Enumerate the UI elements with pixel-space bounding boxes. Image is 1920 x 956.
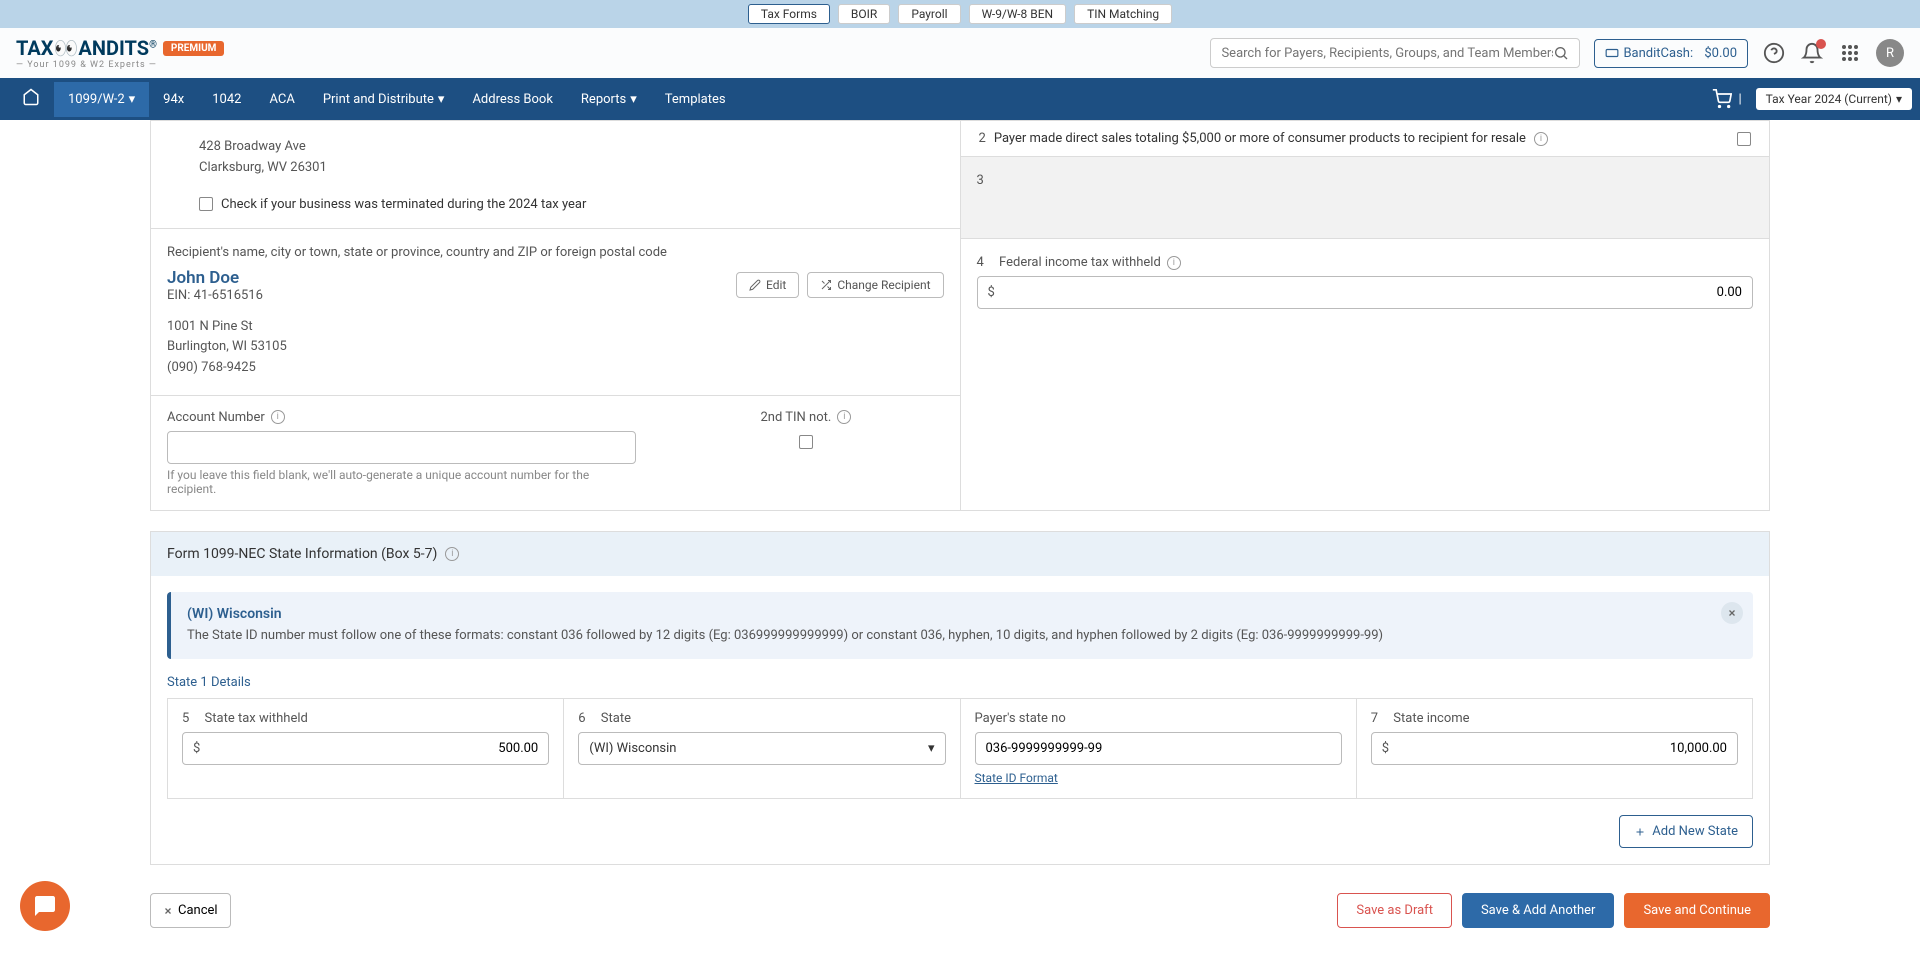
state-subtitle: State 1 Details bbox=[167, 675, 1753, 690]
top-tabs: Tax Forms BOIR Payroll W-9/W-8 BEN TIN M… bbox=[0, 0, 1920, 28]
search-icon bbox=[1553, 45, 1569, 61]
box5-input[interactable] bbox=[208, 741, 538, 756]
state-alert-text: The State ID number must follow one of t… bbox=[187, 626, 1737, 646]
box6-label: State bbox=[601, 711, 631, 726]
box3-num: 3 bbox=[977, 173, 984, 188]
pencil-icon bbox=[749, 279, 761, 291]
payer-state-label: Payer's state no bbox=[975, 711, 1066, 726]
header: TAX👀ANDITS® PREMIUM — Your 1099 & W2 Exp… bbox=[0, 28, 1920, 78]
terminated-label: Check if your business was terminated du… bbox=[221, 197, 586, 212]
save-draft-button[interactable]: Save as Draft bbox=[1337, 893, 1452, 928]
cart-icon[interactable] bbox=[1710, 87, 1734, 111]
account-label: Account Number bbox=[167, 410, 265, 425]
box4-input[interactable] bbox=[1003, 285, 1742, 300]
recipient-street: 1001 N Pine St bbox=[167, 317, 944, 338]
box5-label: State tax withheld bbox=[205, 711, 308, 726]
dollar-icon: $ bbox=[988, 285, 995, 300]
chevron-down-icon: ▾ bbox=[438, 92, 445, 107]
close-alert-button[interactable] bbox=[1721, 602, 1743, 624]
tax-year-select[interactable]: Tax Year 2024 (Current) ▾ bbox=[1756, 88, 1912, 110]
add-state-button[interactable]: Add New State bbox=[1619, 815, 1753, 848]
info-icon[interactable]: i bbox=[837, 410, 851, 424]
tab-boir[interactable]: BOIR bbox=[838, 4, 890, 24]
box2-checkbox[interactable] bbox=[1737, 132, 1751, 146]
recipient-cityline: Burlington, WI 53105 bbox=[167, 337, 944, 358]
close-icon bbox=[1727, 608, 1737, 618]
box2-num: 2 bbox=[979, 131, 986, 146]
chat-icon bbox=[33, 894, 57, 918]
chevron-down-icon: ▾ bbox=[1896, 92, 1902, 106]
state-section-header: Form 1099-NEC State Information (Box 5-7… bbox=[151, 532, 1769, 576]
nav-home[interactable] bbox=[8, 78, 54, 120]
plus-icon bbox=[1634, 826, 1646, 838]
nav-print[interactable]: Print and Distribute ▾ bbox=[309, 82, 459, 117]
dollar-icon: $ bbox=[193, 741, 200, 756]
nav-94x[interactable]: 94x bbox=[149, 82, 198, 117]
payer-cityline: Clarksburg, WV 26301 bbox=[199, 158, 944, 179]
chevron-down-icon: ▾ bbox=[630, 92, 637, 107]
nav-templates[interactable]: Templates bbox=[651, 82, 740, 117]
box2-label: Payer made direct sales totaling $5,000 … bbox=[994, 131, 1526, 146]
nav-address[interactable]: Address Book bbox=[458, 82, 566, 117]
recipient-phone: (090) 768-9425 bbox=[167, 358, 944, 379]
cancel-button[interactable]: Cancel bbox=[150, 893, 231, 928]
notification-icon[interactable] bbox=[1800, 41, 1824, 65]
box4-input-wrapper[interactable]: $ bbox=[977, 276, 1754, 309]
payer-street: 428 Broadway Ave bbox=[199, 137, 944, 158]
state-alert-title: (WI) Wisconsin bbox=[187, 606, 1737, 622]
box7-input[interactable] bbox=[1397, 741, 1727, 756]
recipient-name: John Doe bbox=[167, 268, 263, 288]
box7-label: State income bbox=[1393, 711, 1469, 726]
tab-payroll[interactable]: Payroll bbox=[898, 4, 960, 24]
tin2-label: 2nd TIN not. bbox=[760, 410, 831, 425]
recipient-ein: EIN: 41-6516516 bbox=[167, 288, 263, 303]
search-box[interactable] bbox=[1210, 38, 1580, 68]
nav-reports[interactable]: Reports ▾ bbox=[567, 82, 651, 117]
logo-text: TAX👀ANDITS® bbox=[16, 36, 157, 60]
tab-w9[interactable]: W-9/W-8 BEN bbox=[969, 4, 1067, 24]
chevron-down-icon: ▾ bbox=[129, 92, 136, 107]
premium-badge: PREMIUM bbox=[163, 41, 225, 56]
info-icon[interactable]: i bbox=[1534, 132, 1548, 146]
close-icon bbox=[163, 906, 173, 916]
apps-icon[interactable] bbox=[1838, 41, 1862, 65]
help-icon[interactable] bbox=[1762, 41, 1786, 65]
state-id-format-link[interactable]: State ID Format bbox=[975, 771, 1058, 785]
logo-tagline: — Your 1099 & W2 Experts — bbox=[16, 60, 224, 70]
main-nav: 1099/W-2 ▾ 94x 1042 ACA Print and Distri… bbox=[0, 78, 1920, 120]
save-continue-button[interactable]: Save and Continue bbox=[1624, 893, 1770, 928]
tin2-checkbox[interactable] bbox=[799, 435, 813, 449]
nav-1099[interactable]: 1099/W-2 ▾ bbox=[54, 82, 149, 117]
swap-icon bbox=[820, 279, 832, 291]
box4-label: Federal income tax withheld bbox=[999, 255, 1161, 270]
state-select[interactable]: (WI) Wisconsin ▾ bbox=[578, 732, 945, 765]
bandit-cash[interactable]: BanditCash: $0.00 bbox=[1594, 39, 1748, 68]
dollar-icon: $ bbox=[1382, 741, 1389, 756]
tab-tin[interactable]: TIN Matching bbox=[1074, 4, 1172, 24]
account-number-input[interactable] bbox=[167, 431, 636, 464]
cash-icon bbox=[1605, 46, 1619, 60]
info-icon[interactable]: i bbox=[445, 547, 459, 561]
recipient-section-label: Recipient's name, city or town, state or… bbox=[167, 245, 944, 260]
home-icon bbox=[22, 88, 40, 106]
change-recipient-button[interactable]: Change Recipient bbox=[807, 272, 943, 298]
notification-badge bbox=[1816, 39, 1826, 49]
account-hint: If you leave this field blank, we'll aut… bbox=[167, 468, 636, 496]
info-icon[interactable]: i bbox=[271, 410, 285, 424]
info-icon[interactable]: i bbox=[1167, 256, 1181, 270]
avatar[interactable]: R bbox=[1876, 39, 1904, 67]
logo[interactable]: TAX👀ANDITS® PREMIUM — Your 1099 & W2 Exp… bbox=[16, 36, 224, 70]
search-input[interactable] bbox=[1221, 46, 1553, 61]
tab-tax-forms[interactable]: Tax Forms bbox=[748, 4, 830, 24]
edit-recipient-button[interactable]: Edit bbox=[736, 272, 799, 298]
payer-state-input[interactable] bbox=[975, 732, 1342, 765]
save-another-button[interactable]: Save & Add Another bbox=[1462, 893, 1615, 928]
terminated-checkbox[interactable] bbox=[199, 197, 213, 211]
chat-button[interactable] bbox=[20, 881, 70, 931]
nav-aca[interactable]: ACA bbox=[255, 82, 308, 117]
chevron-down-icon: ▾ bbox=[928, 741, 935, 756]
state-alert: (WI) Wisconsin The State ID number must … bbox=[167, 592, 1753, 660]
nav-1042[interactable]: 1042 bbox=[198, 82, 255, 117]
